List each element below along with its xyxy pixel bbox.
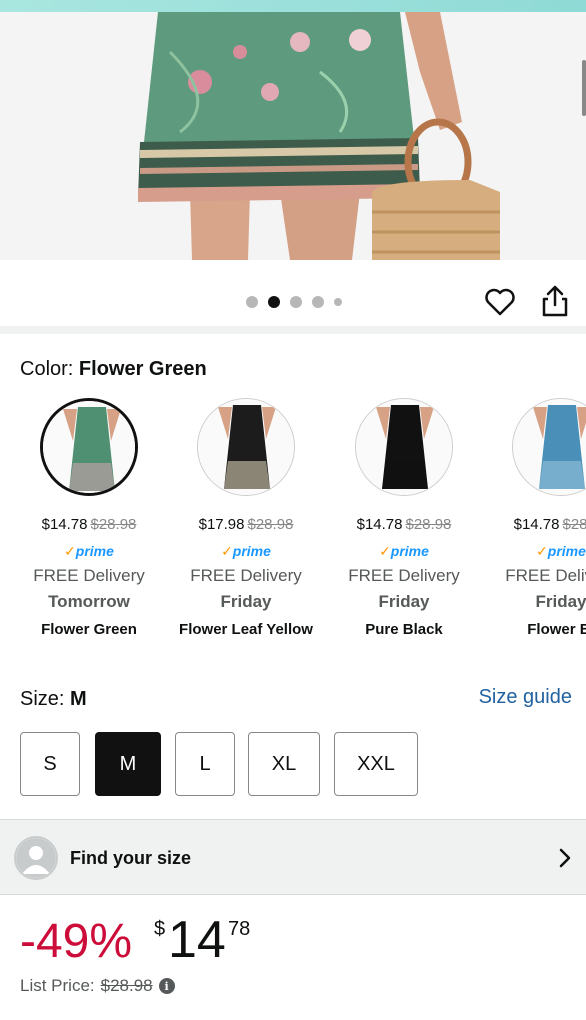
swatch-color-name: Pure Black (365, 621, 443, 638)
price-whole: 14 (168, 911, 226, 969)
swatch-delivery: FREE Delivery (33, 566, 145, 585)
swatch-color-name: Flower Bl (527, 621, 586, 638)
color-swatch-thumbnail (355, 398, 453, 496)
color-selector-label: Color: Flower Green (20, 358, 207, 381)
swatch-price: $14.78$28.98 (41, 516, 137, 533)
color-swatch[interactable]: $14.78$28.98 ✓prime FREE Delivery Friday Flo… (486, 398, 586, 638)
prime-badge: ✓prime (379, 543, 429, 559)
size-option-m[interactable]: M (95, 732, 161, 796)
selected-color-name: Flower Green (78, 358, 207, 380)
swatch-delivery-day: Friday (535, 592, 586, 611)
image-carousel-controls (0, 262, 586, 334)
carousel-dot[interactable] (268, 296, 280, 308)
swatch-color-name: Flower Leaf Yellow (179, 621, 313, 638)
swatch-price: $17.98 $28.98 (198, 516, 294, 533)
swatch-delivery: FREE Delivery (190, 566, 302, 585)
list-price-value: $28.98 (100, 976, 153, 995)
color-swatch-thumbnail (197, 398, 295, 496)
find-your-size-bar[interactable]: Find your size (0, 819, 586, 895)
size-option-s[interactable]: S (20, 732, 80, 796)
price-fraction: 78 (228, 918, 251, 940)
size-option-xxl[interactable]: XXL (334, 732, 418, 796)
color-swatch[interactable]: $14.78 $28.98 ✓prime FREE Delivery Tomorrow F… (14, 398, 164, 638)
prime-badge: ✓prime (536, 543, 586, 559)
swatch-delivery-day: Friday (378, 592, 430, 611)
share-icon[interactable] (540, 284, 570, 318)
carousel-dot[interactable] (246, 296, 258, 308)
list-price-label: List Price: (20, 976, 95, 995)
price-currency: $ (154, 918, 166, 940)
color-swatch[interactable]: $14.78 $28.98 ✓prime FREE Delivery Friday Pur… (329, 398, 479, 638)
top-banner-strip (0, 0, 586, 12)
carousel-dot[interactable] (334, 298, 342, 306)
carousel-dot[interactable] (312, 296, 324, 308)
size-guide-link[interactable]: Size guide (479, 686, 572, 709)
color-swatch[interactable]: $17.98 $28.98 ✓prime FREE Delivery Friday Flo… (171, 398, 321, 638)
product-image[interactable] (0, 12, 586, 260)
swatch-delivery-day: Friday (220, 592, 272, 611)
swatch-color-name: Flower Green (41, 621, 137, 638)
info-icon[interactable]: i (158, 978, 175, 994)
size-label-prefix: Size: (20, 688, 65, 710)
dress-photo (0, 12, 586, 260)
color-swatch-list: $14.78 $28.98 ✓prime FREE Delivery Tomorrow F… (0, 398, 586, 658)
chevron-right-icon (559, 848, 571, 868)
carousel-dot[interactable] (290, 296, 302, 308)
color-swatch-thumbnail (40, 398, 138, 496)
carousel-dots (246, 296, 342, 308)
discount-percentage: -49% (20, 915, 133, 968)
swatch-delivery-day: Tomorrow (48, 592, 130, 611)
color-label-prefix: Color: (20, 358, 74, 380)
swatch-price: $14.78$28.98 (513, 516, 586, 533)
color-swatch-thumbnail (512, 398, 586, 496)
user-avatar-icon (14, 836, 58, 880)
list-price-row: List Price: $28.98 i (20, 976, 175, 996)
heart-icon[interactable] (484, 286, 516, 318)
prime-badge: ✓prime (221, 543, 271, 559)
size-option-xl[interactable]: XL (248, 732, 320, 796)
size-selector-label: Size: M (20, 688, 87, 711)
selected-size: M (70, 688, 87, 710)
swatch-delivery: FREE Delivery (348, 566, 460, 585)
size-option-l[interactable]: L (175, 732, 235, 796)
find-your-size-label: Find your size (70, 848, 192, 868)
swatch-price: $14.78$28.98 (356, 516, 452, 533)
image-scrollbar (582, 60, 586, 116)
prime-badge: ✓prime (64, 543, 114, 559)
swatch-delivery: FREE Delivery (505, 566, 586, 585)
